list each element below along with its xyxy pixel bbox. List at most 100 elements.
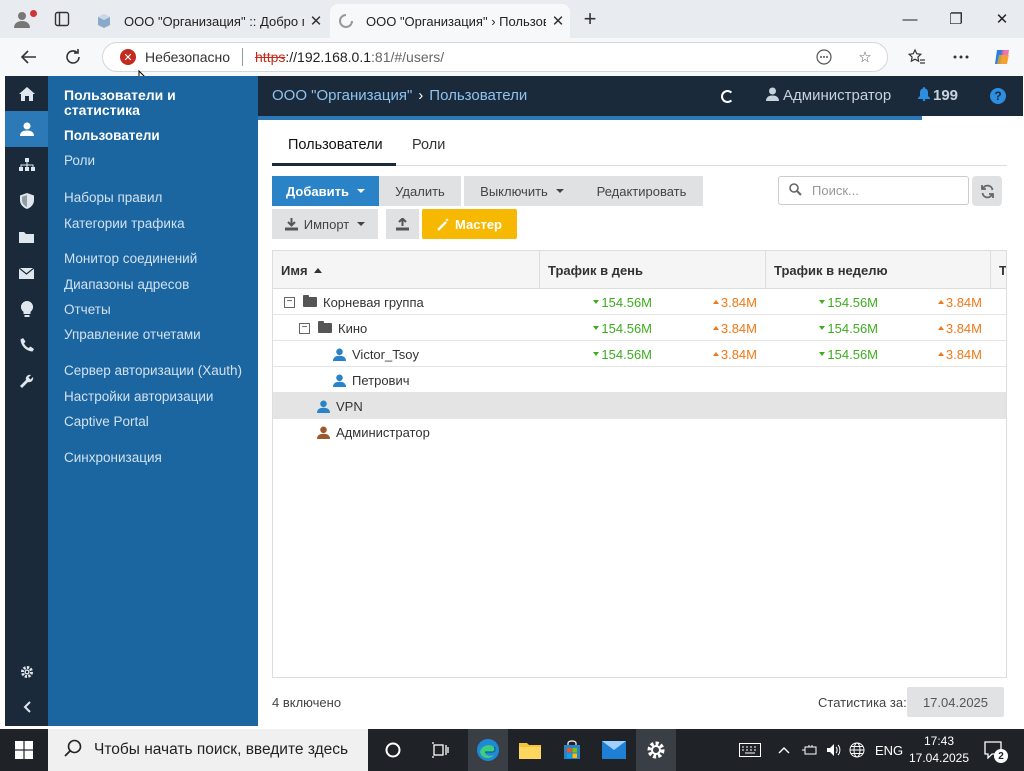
breadcrumb-org[interactable]: ООО "Организация" — [272, 87, 412, 104]
wizard-button[interactable]: Мастер — [422, 209, 517, 239]
collapse-toggle-icon[interactable]: − — [299, 322, 310, 334]
delete-button[interactable]: Удалить — [379, 176, 461, 206]
home-icon[interactable] — [5, 76, 48, 112]
reload-button[interactable] — [58, 43, 88, 71]
volume-icon[interactable] — [826, 729, 842, 771]
lightbulb-icon[interactable] — [5, 291, 48, 327]
add-button[interactable]: Добавить — [272, 176, 379, 206]
table-row[interactable]: − Кино 154.56M 3.84M 154.56M 3.84M — [273, 315, 1006, 341]
tab-close-icon[interactable]: ✕ — [546, 12, 570, 30]
tab-users[interactable]: Пользователи — [288, 137, 383, 153]
favorites-icon[interactable] — [902, 43, 932, 71]
favorite-star-icon[interactable]: ☆ — [851, 43, 879, 71]
keyboard-icon[interactable] — [730, 729, 770, 771]
edge-taskbar-icon[interactable] — [468, 729, 508, 771]
new-tab-button[interactable]: + — [576, 6, 604, 32]
action-center-icon[interactable]: 2 — [984, 729, 1008, 771]
column-traffic-month[interactable]: Т — [991, 251, 1006, 289]
download-arrow-icon — [819, 352, 826, 356]
column-traffic-day[interactable]: Трафик в день — [540, 251, 766, 289]
download-arrow-icon — [593, 300, 600, 304]
chevron-down-icon — [356, 189, 365, 193]
collapse-toggle-icon[interactable]: − — [284, 296, 295, 308]
security-label[interactable]: Небезопасно — [145, 49, 230, 65]
table-row[interactable]: Петрович — [273, 367, 1006, 393]
copilot-icon[interactable] — [988, 43, 1018, 71]
statistics-date-picker[interactable]: 17.04.2025 — [907, 687, 1004, 717]
settings-gear-icon[interactable] — [5, 654, 48, 690]
sidebar-item-connection-monitor[interactable]: Монитор соединений — [64, 251, 197, 266]
browser-tab-users[interactable]: ООО "Организация" › Пользоват ✕ — [330, 4, 570, 38]
network-icon[interactable] — [5, 147, 48, 183]
column-traffic-week[interactable]: Трафик в неделю — [766, 251, 991, 289]
edit-button[interactable]: Редактировать — [580, 176, 703, 206]
window-minimize-button[interactable]: — — [887, 6, 933, 32]
address-divider — [242, 48, 244, 66]
breadcrumb-separator: › — [418, 87, 424, 104]
column-name[interactable]: Имя — [273, 251, 540, 289]
collapse-chevron-icon[interactable] — [5, 689, 48, 725]
column-name-label: Имя — [281, 262, 308, 278]
tray-overflow-icon[interactable] — [778, 729, 790, 771]
notifications-button[interactable]: 199 — [918, 87, 958, 104]
statistics-label: Статистика за: — [818, 695, 907, 710]
tab-roles[interactable]: Роли — [412, 137, 445, 153]
sidebar-item-report-management[interactable]: Управление отчетами — [64, 327, 201, 342]
read-aloud-icon[interactable] — [810, 43, 838, 71]
export-button[interactable] — [386, 209, 419, 239]
battery-icon[interactable] — [802, 729, 818, 771]
sidebar-item-rulesets[interactable]: Наборы правил — [64, 190, 162, 205]
tab-actions-icon[interactable] — [48, 6, 76, 32]
window-close-button[interactable]: ✕ — [979, 6, 1024, 32]
sidebar-item-auth-settings[interactable]: Настройки авторизации — [64, 389, 213, 404]
sidebar-item-xauth-server[interactable]: Сервер авторизации (Xauth) — [64, 363, 242, 378]
sidebar-item-sync[interactable]: Синхронизация — [64, 450, 162, 465]
row-name: VPN — [336, 398, 363, 414]
upload-arrow-icon — [937, 300, 944, 304]
back-button[interactable] — [14, 43, 44, 71]
notification-count-badge: 2 — [994, 749, 1008, 763]
sidebar-item-roles[interactable]: Роли — [64, 153, 95, 168]
network-globe-icon[interactable] — [849, 729, 865, 771]
help-icon[interactable]: ? — [990, 88, 1006, 104]
users-nav-icon[interactable] — [5, 111, 48, 147]
upload-arrow-icon — [937, 352, 944, 356]
windows-logo-icon — [15, 741, 33, 759]
import-button[interactable]: Импорт — [272, 209, 378, 239]
more-menu-icon[interactable] — [946, 43, 976, 71]
cortana-icon[interactable] — [373, 729, 413, 771]
folder-icon[interactable] — [5, 219, 48, 255]
start-button[interactable] — [0, 729, 48, 771]
table-row[interactable]: Администратор — [273, 419, 1006, 445]
task-view-icon[interactable] — [420, 729, 460, 771]
search-input[interactable]: Поиск... — [778, 176, 969, 205]
mail-app-icon[interactable] — [594, 729, 634, 771]
table-row[interactable]: − Корневая группа 154.56M 3.84M 154.56M … — [273, 289, 1006, 315]
address-bar[interactable]: ✕ Небезопасно https ://192.168.0.1 :81/#… — [102, 42, 888, 72]
taskbar-clock[interactable]: 17:43 17.04.2025 — [900, 733, 978, 767]
window-maximize-button[interactable]: ❐ — [933, 6, 979, 32]
sidebar-item-captive-portal[interactable]: Captive Portal — [64, 414, 149, 429]
sidebar-item-traffic-categories[interactable]: Категории трафика — [64, 216, 185, 231]
sidebar-item-address-ranges[interactable]: Диапазоны адресов — [64, 277, 189, 292]
refresh-button[interactable] — [972, 176, 1002, 206]
phone-icon[interactable] — [5, 327, 48, 363]
taskbar-search[interactable]: Чтобы начать поиск, введите здесь — [48, 729, 368, 771]
chevron-down-icon — [357, 222, 366, 226]
disable-button[interactable]: Выключить — [464, 176, 580, 206]
wrench-icon[interactable] — [5, 363, 48, 399]
sidebar-item-reports[interactable]: Отчеты — [64, 302, 111, 317]
language-indicator[interactable]: ENG — [875, 729, 903, 771]
file-explorer-icon[interactable] — [510, 729, 550, 771]
sidebar-item-users[interactable]: Пользователи — [64, 128, 160, 143]
shield-icon[interactable] — [5, 183, 48, 219]
browser-tab-welcome[interactable]: ООО "Организация" :: Добро по ✕ — [88, 4, 328, 38]
mail-icon[interactable] — [5, 255, 48, 291]
table-row[interactable]: Victor_Tsoy 154.56M 3.84M 154.56M 3.84M — [273, 341, 1006, 367]
tab-close-icon[interactable]: ✕ — [304, 12, 328, 30]
table-row[interactable]: VPN — [273, 393, 1006, 419]
current-user[interactable]: Администратор — [766, 87, 891, 104]
tree-cell: − Кино — [299, 315, 367, 341]
store-icon[interactable] — [552, 729, 592, 771]
settings-app-icon[interactable] — [636, 729, 676, 771]
